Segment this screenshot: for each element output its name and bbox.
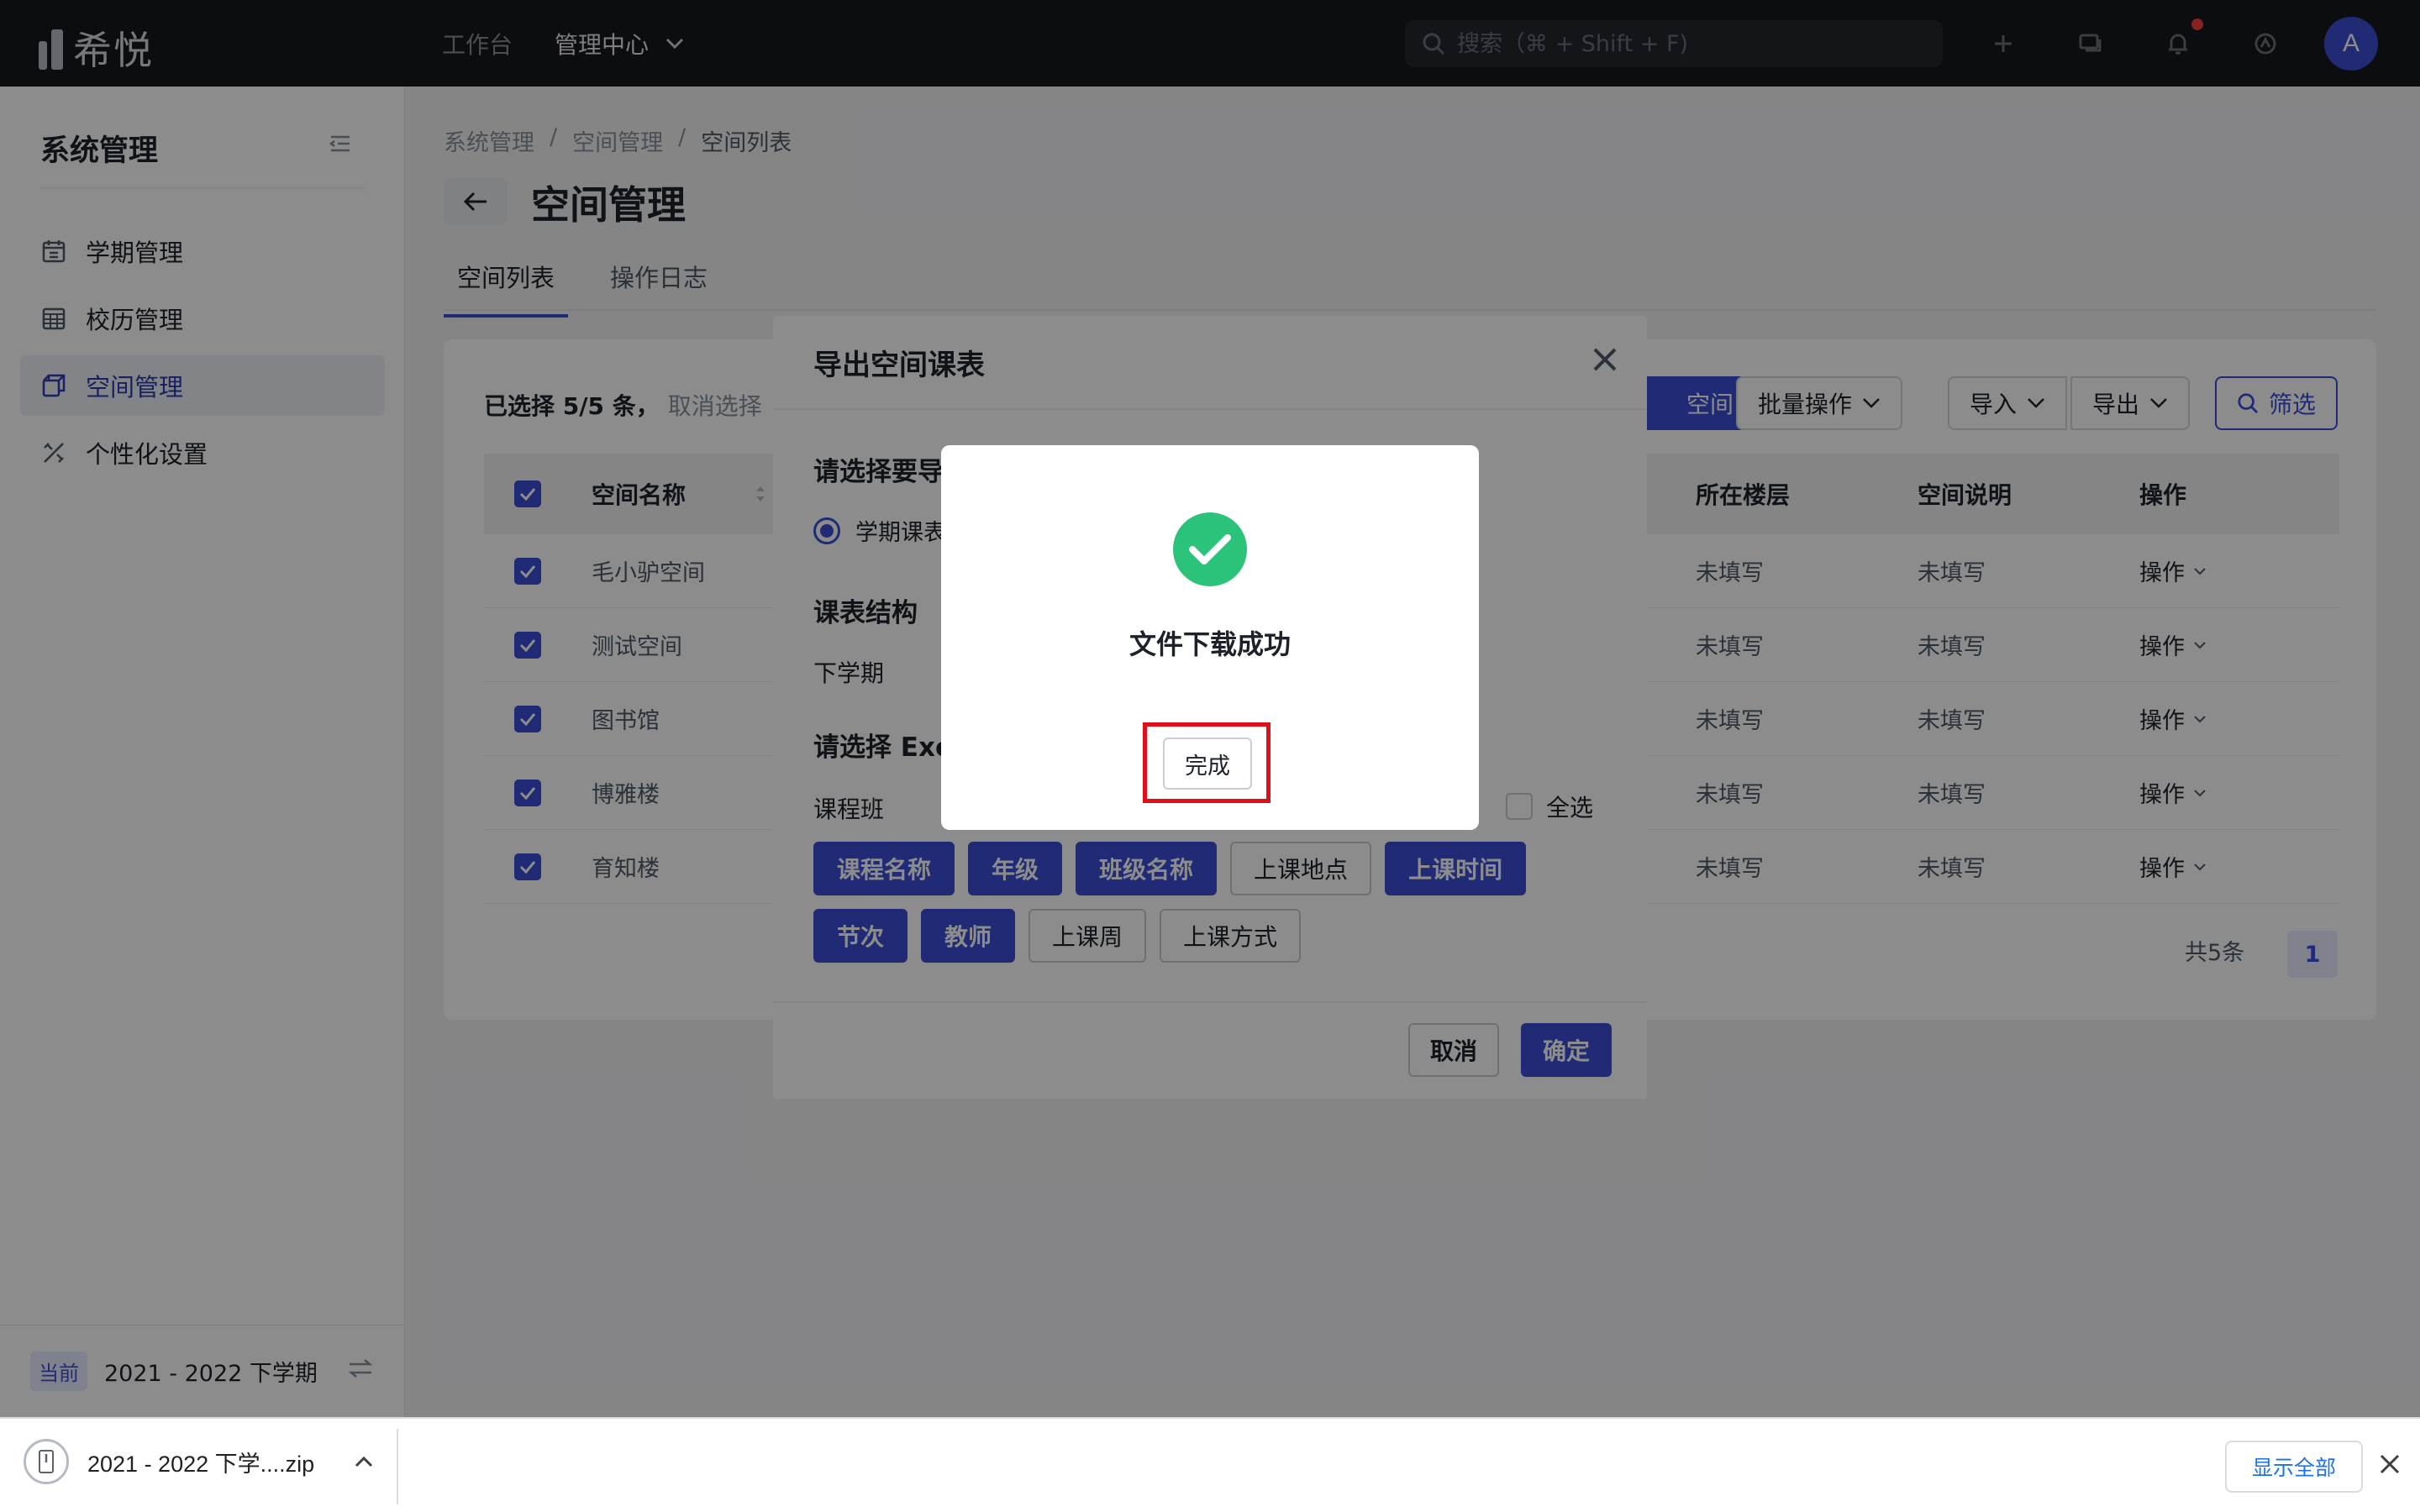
download-bar: 2021 - 2022 下学....zip 显示全部	[0, 1417, 2420, 1512]
download-success-modal: 文件下载成功 完成	[941, 445, 1479, 830]
success-message: 文件下载成功	[1128, 628, 1291, 660]
show-all-downloads-button[interactable]: 显示全部	[2225, 1441, 2363, 1493]
done-button[interactable]: 完成	[1163, 738, 1252, 790]
chevron-up-icon[interactable]	[355, 1456, 373, 1467]
file-icon	[24, 1439, 69, 1484]
download-separator	[397, 1429, 398, 1504]
download-filename: 2021 - 2022 下学....zip	[87, 1451, 315, 1477]
check-circle-icon	[1173, 512, 1247, 586]
download-item[interactable]: 2021 - 2022 下学....zip	[24, 1439, 373, 1484]
close-icon[interactable]	[2378, 1452, 2402, 1479]
